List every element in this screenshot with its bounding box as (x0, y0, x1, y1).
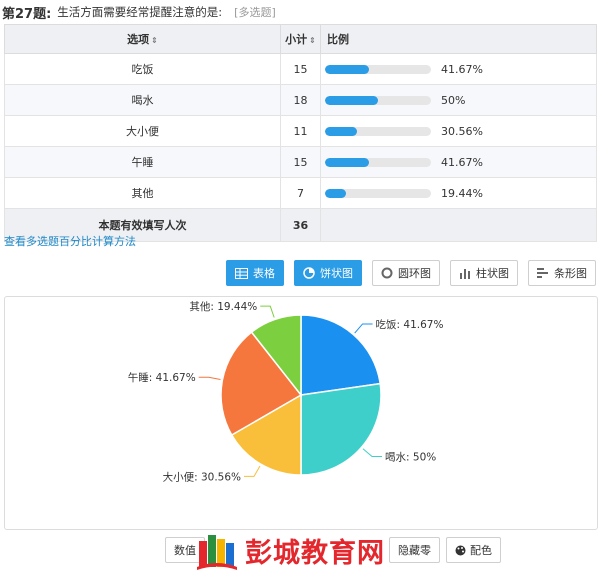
ring-icon (381, 267, 393, 279)
table-row: 吃饭 15 41.67% (4, 53, 597, 85)
ratio-percent: 50% (441, 93, 466, 107)
show-values-label: 数值 (174, 544, 196, 557)
pie-leader-line (362, 448, 383, 458)
pie-leader-line (354, 323, 373, 334)
ratio-bar-fill (325, 126, 358, 136)
total-count: 36 (280, 208, 321, 242)
table-row: 喝水 18 50% (4, 84, 597, 116)
watermark-text: 彭城教育网 (245, 537, 385, 569)
view-toggle-bar: 表格 饼状图 圆环图 柱状图 条形图 (226, 260, 596, 286)
count-cell: 15 (280, 53, 321, 85)
header-ratio: 比例 (320, 24, 597, 54)
palette-icon (455, 545, 466, 555)
ratio-cell: 41.67% (320, 53, 597, 85)
pie-leader-line (244, 465, 261, 477)
pie-leader-line (260, 305, 275, 318)
bar-chart-icon (537, 268, 548, 278)
table-view-button[interactable]: 表格 (226, 260, 284, 286)
books-logo-icon (197, 535, 237, 570)
color-scheme-button[interactable]: 配色 (446, 537, 501, 563)
option-cell: 其他 (4, 177, 281, 209)
ratio-cell: 30.56% (320, 115, 597, 147)
table-view-label: 表格 (253, 267, 275, 280)
count-cell: 11 (280, 115, 321, 147)
ratio-bar (325, 64, 431, 74)
calc-method-link[interactable]: 查看多选题百分比计算方法 (4, 233, 136, 249)
ratio-percent: 30.56% (441, 124, 483, 138)
question-type: [多选题] (234, 6, 276, 19)
pie-chart: 吃饭: 41.67% 喝水: 50% 大小便: 30.56% 午睡: 41.67% 其他… (128, 300, 444, 483)
pie-label: 吃饭: 41.67% (376, 318, 444, 331)
count-cell: 15 (280, 146, 321, 178)
ratio-cell: 19.44% (320, 177, 597, 209)
pie-slice-吃饭[interactable] (300, 314, 382, 396)
column-chart-icon (460, 269, 470, 279)
ratio-bar-fill (325, 64, 370, 74)
ratio-bar (325, 157, 431, 167)
bar-view-label: 条形图 (554, 267, 587, 280)
count-cell: 7 (280, 177, 321, 209)
pie-label: 大小便: 30.56% (163, 470, 241, 483)
ratio-bar-fill (325, 188, 346, 198)
table-icon (235, 267, 248, 279)
sort-icon[interactable]: ⇕ (309, 36, 316, 45)
header-option[interactable]: 选项 ⇕ (4, 24, 281, 54)
ratio-bar-fill (325, 157, 370, 167)
ratio-bar (325, 95, 431, 105)
table-row: 午睡 15 41.67% (4, 146, 597, 178)
pie-slice-喝水[interactable] (300, 382, 382, 476)
table-row: 大小便 11 30.56% (4, 115, 597, 147)
watermark: 彭城教育网 (195, 527, 445, 573)
ring-view-button[interactable]: 圆环图 (372, 260, 440, 286)
pie-label: 午睡: 41.67% (128, 371, 196, 384)
question-header: 第27题: 生活方面需要经常提醒注意的是: [多选题] (2, 2, 276, 22)
pie-view-label: 饼状图 (320, 267, 353, 280)
total-empty (320, 208, 597, 242)
color-scheme-label: 配色 (470, 544, 492, 557)
option-cell: 吃饭 (4, 53, 281, 85)
ratio-bar (325, 188, 431, 198)
table-row: 其他 7 19.44% (4, 177, 597, 209)
pie-label: 其他: 19.44% (189, 300, 257, 313)
header-count[interactable]: 小计 ⇕ (280, 24, 321, 54)
pie-label: 喝水: 50% (385, 452, 436, 464)
question-number: 第27题: (2, 6, 52, 22)
option-cell: 喝水 (4, 84, 281, 116)
stats-table: 选项 ⇕ 小计 ⇕ 比例 吃饭 15 41.67% 喝水 18 50% 大小便 11 30.56% 午… (4, 24, 597, 242)
column-view-label: 柱状图 (476, 267, 509, 280)
chart-panel: 吃饭: 41.67% 喝水: 50% 大小便: 30.56% 午睡: 41.67% 其他… (4, 296, 598, 530)
sort-icon[interactable]: ⇕ (151, 36, 158, 45)
ratio-cell: 50% (320, 84, 597, 116)
option-cell: 午睡 (4, 146, 281, 178)
pie-view-button[interactable]: 饼状图 (294, 260, 362, 286)
ratio-percent: 41.67% (441, 155, 483, 169)
pie-leader-line (198, 376, 221, 380)
ratio-bar-fill (325, 95, 378, 105)
count-cell: 18 (280, 84, 321, 116)
bar-view-button[interactable]: 条形图 (528, 260, 596, 286)
ratio-percent: 41.67% (441, 62, 483, 76)
ring-view-label: 圆环图 (398, 267, 431, 280)
column-view-button[interactable]: 柱状图 (450, 260, 518, 286)
ratio-cell: 41.67% (320, 146, 597, 178)
option-cell: 大小便 (4, 115, 281, 147)
pie-icon (303, 267, 315, 279)
ratio-percent: 19.44% (441, 186, 483, 200)
question-text: 生活方面需要经常提醒注意的是: (57, 5, 223, 19)
ratio-bar (325, 126, 431, 136)
